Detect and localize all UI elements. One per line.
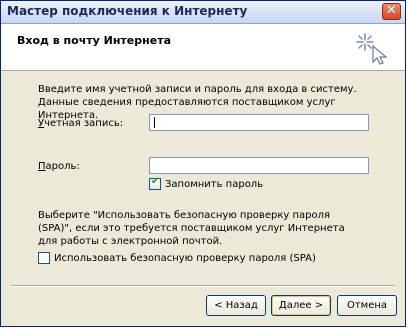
close-button[interactable]: ✕ — [382, 3, 401, 20]
password-input[interactable] — [149, 157, 369, 174]
remember-password-label[interactable]: Запомнить пароль — [165, 179, 263, 190]
wizard-header: Вход в почту Интернета — [1, 24, 405, 71]
footer-divider — [11, 285, 395, 287]
title-bar[interactable]: Мастер подключения к Интернету ✕ — [1, 1, 405, 24]
spa-label[interactable]: Использовать безопасную проверку пароля … — [54, 253, 316, 264]
window-title: Мастер подключения к Интернету — [7, 4, 248, 18]
wizard-wand-icon — [356, 33, 388, 65]
account-input[interactable] — [149, 114, 369, 131]
spa-description: Выберите "Использовать безопасную провер… — [38, 210, 345, 247]
account-label-rest: четная запись: — [44, 118, 124, 129]
wizard-window: Мастер подключения к Интернету ✕ Вход в … — [0, 0, 406, 327]
close-icon: ✕ — [386, 3, 397, 18]
back-button[interactable]: < Назад — [206, 295, 266, 316]
password-label: Пароль: — [38, 161, 80, 172]
wizard-content: Введите имя учетной записи и пароль для … — [1, 71, 405, 285]
next-button[interactable]: Далее > — [271, 295, 331, 316]
account-label: Учетная запись: — [38, 118, 124, 129]
checkmark-icon: ✔ — [151, 176, 160, 187]
page-title: Вход в почту Интернета — [17, 34, 171, 47]
cancel-button[interactable]: Отмена — [337, 295, 397, 316]
remember-password-checkbox[interactable]: ✔ — [149, 176, 161, 190]
spa-checkbox[interactable] — [38, 252, 50, 264]
text-cursor — [154, 116, 155, 128]
